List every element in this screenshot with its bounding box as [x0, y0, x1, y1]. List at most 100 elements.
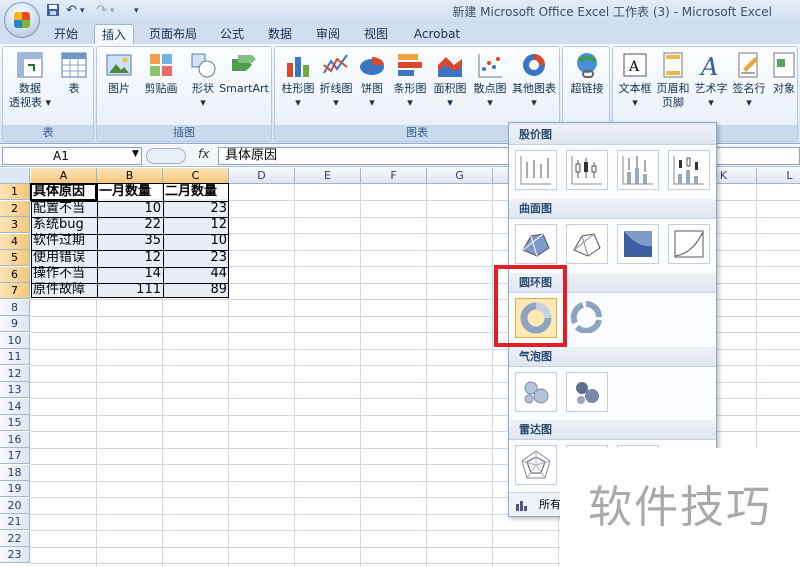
tab-review[interactable]: 审阅: [310, 24, 346, 44]
office-button[interactable]: [4, 2, 40, 38]
column-header[interactable]: F: [361, 168, 427, 184]
exploded-doughnut-icon[interactable]: [566, 298, 608, 338]
contour-wireframe-icon[interactable]: [668, 224, 710, 264]
picture-button[interactable]: 图片: [101, 51, 137, 96]
table-cell[interactable]: 12: [97, 250, 163, 266]
redo-dropdown-icon[interactable]: ▾: [110, 6, 115, 16]
stock-chart-vohlc-icon[interactable]: [668, 150, 710, 190]
table-cell[interactable]: 14: [97, 266, 163, 282]
header-cell-feb[interactable]: 二月数量: [163, 184, 229, 200]
column-chart-button[interactable]: 柱形图 ▾: [279, 51, 317, 110]
row-header[interactable]: 21: [0, 514, 30, 530]
row-header[interactable]: 10: [0, 333, 30, 349]
row-header[interactable]: 6: [0, 267, 30, 283]
smartart-button[interactable]: SmartArt: [219, 51, 269, 96]
table-cell[interactable]: 10: [163, 233, 229, 249]
surface-wireframe-icon[interactable]: [566, 224, 608, 264]
redo-icon[interactable]: ↷: [96, 3, 107, 18]
tab-insert[interactable]: 插入: [94, 24, 134, 44]
wordart-button[interactable]: A 艺术字 ▾: [693, 51, 729, 110]
signature-line-button[interactable]: 签名行 ▾: [731, 51, 767, 110]
contour-icon[interactable]: [617, 224, 659, 264]
column-header[interactable]: L: [757, 168, 800, 184]
row-header[interactable]: 22: [0, 531, 30, 547]
column-header[interactable]: B: [97, 168, 163, 184]
area-chart-button[interactable]: 面积图 ▾: [431, 51, 469, 110]
clipart-button[interactable]: 剪贴画: [139, 51, 183, 96]
stock-chart-volume-icon[interactable]: [617, 150, 659, 190]
table-cell[interactable]: 12: [163, 217, 229, 233]
name-box[interactable]: A1: [2, 147, 142, 165]
undo-icon[interactable]: ↶: [66, 3, 77, 18]
row-header[interactable]: 20: [0, 498, 30, 514]
textbox-button[interactable]: A 文本框 ▾: [617, 51, 653, 110]
row-header[interactable]: 18: [0, 465, 30, 481]
header-footer-button[interactable]: 页眉和 页脚: [655, 51, 691, 110]
tab-page-layout[interactable]: 页面布局: [144, 24, 202, 44]
row-header[interactable]: 14: [0, 399, 30, 415]
table-cell[interactable]: 111: [97, 282, 163, 298]
other-charts-button[interactable]: 其他图表 ▾: [509, 51, 559, 110]
bar-chart-button[interactable]: 条形图 ▾: [391, 51, 429, 110]
row-header[interactable]: 11: [0, 349, 30, 365]
row-header[interactable]: 9: [0, 316, 30, 332]
surface-3d-icon[interactable]: [515, 224, 557, 264]
column-header[interactable]: D: [229, 168, 295, 184]
insert-function-icon[interactable]: fx: [198, 147, 209, 161]
tab-home[interactable]: 开始: [48, 24, 84, 44]
table-cell[interactable]: 使用错误: [31, 250, 97, 266]
scatter-chart-button[interactable]: 散点图 ▾: [471, 51, 509, 110]
column-header[interactable]: C: [163, 168, 229, 184]
row-header[interactable]: 4: [0, 234, 30, 250]
column-header[interactable]: G: [427, 168, 493, 184]
radar-chart-icon[interactable]: [515, 445, 557, 485]
row-header[interactable]: 12: [0, 366, 30, 382]
customize-qat-icon[interactable]: ▾: [134, 6, 139, 16]
table-cell[interactable]: 89: [163, 282, 229, 298]
undo-dropdown-icon[interactable]: ▾: [80, 6, 85, 16]
row-header[interactable]: 1: [0, 184, 30, 200]
formula-expand-handle[interactable]: [146, 148, 186, 164]
tab-formulas[interactable]: 公式: [214, 24, 250, 44]
row-header[interactable]: 13: [0, 382, 30, 398]
name-box-dropdown-icon[interactable]: ▼: [132, 149, 139, 159]
column-header[interactable]: E: [295, 168, 361, 184]
row-header[interactable]: 23: [0, 547, 30, 563]
pie-chart-button[interactable]: 饼图 ▾: [355, 51, 389, 110]
row-header[interactable]: 17: [0, 448, 30, 464]
tab-data[interactable]: 数据: [262, 24, 298, 44]
line-chart-button[interactable]: 折线图 ▾: [317, 51, 355, 110]
stock-chart-hlc-icon[interactable]: [515, 150, 557, 190]
row-header[interactable]: 16: [0, 432, 30, 448]
row-header[interactable]: 19: [0, 481, 30, 497]
row-header[interactable]: 15: [0, 415, 30, 431]
table-cell[interactable]: 原件故障: [31, 282, 97, 298]
tab-acrobat[interactable]: Acrobat: [408, 24, 466, 44]
table-cell[interactable]: 35: [97, 233, 163, 249]
table-cell[interactable]: 23: [163, 250, 229, 266]
table-cell[interactable]: 44: [163, 266, 229, 282]
save-icon[interactable]: [46, 3, 60, 21]
row-header[interactable]: 8: [0, 300, 30, 316]
table-cell[interactable]: 软件过期: [31, 233, 97, 249]
table-cell[interactable]: 系统bug: [31, 217, 97, 233]
table-cell[interactable]: 配置不当: [31, 201, 97, 217]
table-cell[interactable]: 操作不当: [31, 266, 97, 282]
shapes-button[interactable]: 形状 ▾: [185, 51, 221, 110]
doughnut-chart-icon[interactable]: [515, 298, 557, 338]
select-all-corner[interactable]: [0, 168, 30, 184]
stock-chart-ohlc-icon[interactable]: [566, 150, 608, 190]
row-header[interactable]: 7: [0, 283, 30, 299]
tab-view[interactable]: 视图: [358, 24, 394, 44]
column-header[interactable]: A: [31, 168, 97, 184]
table-cell[interactable]: 10: [97, 201, 163, 217]
table-cell[interactable]: 22: [97, 217, 163, 233]
row-header[interactable]: 5: [0, 250, 30, 266]
table-button[interactable]: 表: [57, 51, 91, 96]
header-cell-jan[interactable]: 一月数量: [97, 184, 163, 200]
pivot-table-button[interactable]: 数据 透视表 ▾: [7, 51, 53, 110]
bubble-chart-icon[interactable]: [515, 372, 557, 412]
hyperlink-button[interactable]: 超链接: [565, 51, 609, 96]
bubble-3d-chart-icon[interactable]: [566, 372, 608, 412]
object-button[interactable]: 对象: [769, 51, 799, 96]
